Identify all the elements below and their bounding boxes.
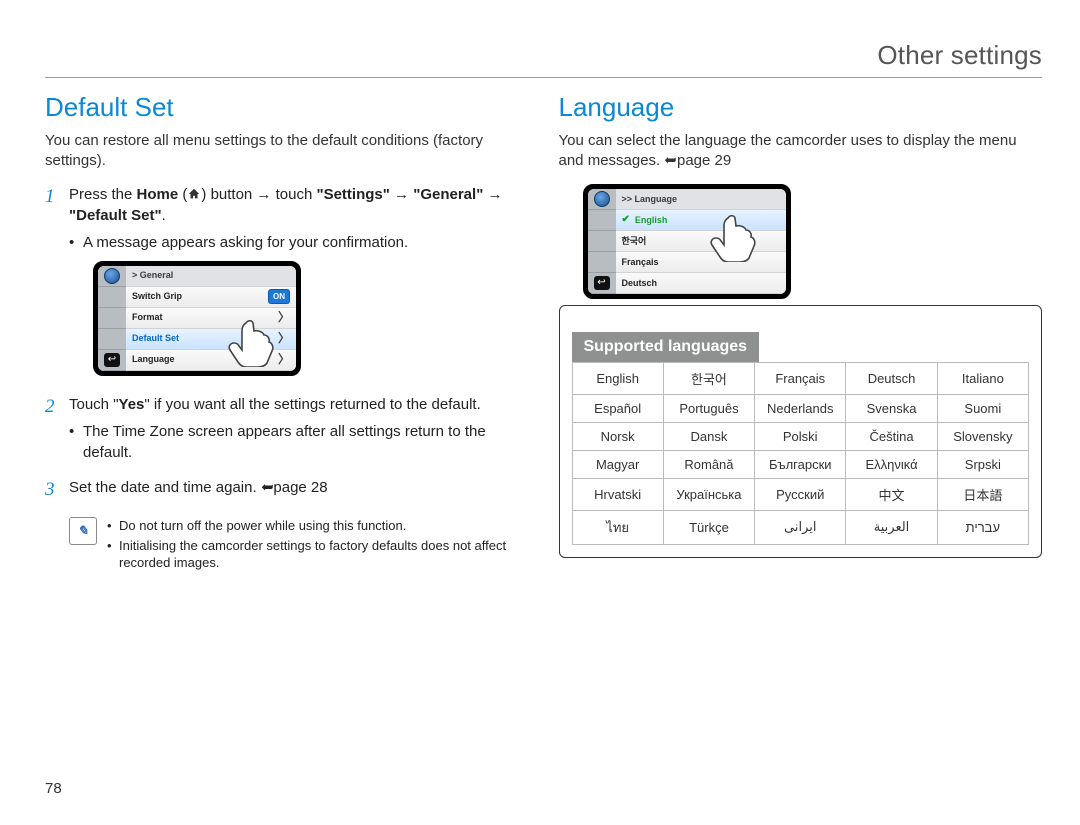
language-cell: Dansk — [663, 422, 754, 450]
language-cell: Deutsch — [846, 362, 937, 394]
table-row: English한국어FrançaisDeutschItaliano — [572, 362, 1029, 394]
language-cell: ايرانى — [755, 510, 846, 544]
home-icon — [594, 191, 610, 207]
language-cell: Hrvatski — [572, 478, 663, 510]
home-icon — [104, 268, 120, 284]
chevron-right-icon: 〉 — [278, 351, 290, 368]
chevron-right-icon: 〉 — [278, 309, 290, 326]
step-3: 3 Set the date and time again. ➥page 28 — [45, 477, 529, 504]
language-cell: Ελληνικά — [846, 450, 937, 478]
page-header: Other settings — [45, 40, 1042, 71]
page-ref-icon: ➥ — [664, 151, 677, 171]
language-cell: Українська — [663, 478, 754, 510]
check-icon: ✔ — [622, 214, 630, 225]
language-cell: Français — [755, 362, 846, 394]
heading-language: Language — [559, 92, 1043, 123]
note-box: ✎ Do not turn off the power while using … — [69, 517, 529, 574]
languages-table: English한국어FrançaisDeutschItalianoEspañol… — [572, 362, 1030, 545]
table-row: MagyarRomânăБългарскиΕλληνικάSrpski — [572, 450, 1029, 478]
table-row: NorskDanskPolskiČeštinaSlovensky — [572, 422, 1029, 450]
language-cell: 中文 — [846, 478, 937, 510]
screenshot-general-menu: ↩ > General Switch GripON Format〉 Defaul… — [93, 261, 301, 376]
language-cell: Română — [663, 450, 754, 478]
home-icon — [187, 186, 201, 200]
language-intro: You can select the language the camcorde… — [559, 131, 1043, 172]
language-cell: العربية — [846, 510, 937, 544]
language-cell: Čeština — [846, 422, 937, 450]
language-cell: Nederlands — [755, 394, 846, 422]
back-icon: ↩ — [104, 353, 120, 367]
page-number: 78 — [45, 780, 62, 797]
table-row: EspañolPortuguêsNederlandsSvenskaSuomi — [572, 394, 1029, 422]
language-cell: Български — [755, 450, 846, 478]
step-number: 1 — [45, 184, 69, 384]
step-2-note: The Time Zone screen appears after all s… — [69, 421, 529, 463]
toggle-on-badge: ON — [268, 289, 290, 304]
language-cell: Português — [663, 394, 754, 422]
note-icon: ✎ — [69, 517, 97, 545]
step-1: 1 Press the Home () button → touch "Sett… — [45, 184, 529, 384]
language-cell: Русский — [755, 478, 846, 510]
language-cell: Svenska — [846, 394, 937, 422]
language-cell: Norsk — [572, 422, 663, 450]
screenshot-language-menu: ↩ >> Language ✔English 한국어 Français Deut… — [583, 184, 791, 299]
step-2: 2 Touch "Yes" if you want all the settin… — [45, 394, 529, 467]
column-language: Language You can select the language the… — [559, 92, 1043, 574]
chevron-right-icon: 〉 — [278, 330, 290, 347]
language-cell: Slovensky — [937, 422, 1028, 450]
table-row: HrvatskiУкраїнськаРусский中文日本語 — [572, 478, 1029, 510]
default-set-intro: You can restore all menu settings to the… — [45, 131, 529, 172]
step-1-note: A message appears asking for your confir… — [69, 232, 529, 253]
language-cell: Polski — [755, 422, 846, 450]
language-cell: Magyar — [572, 450, 663, 478]
language-cell: Suomi — [937, 394, 1028, 422]
supported-languages-box: Supported languages English한국어FrançaisDe… — [559, 305, 1043, 558]
language-cell: עברית — [937, 510, 1028, 544]
language-cell: 日本語 — [937, 478, 1028, 510]
header-divider — [45, 77, 1042, 78]
supported-languages-heading: Supported languages — [572, 332, 760, 362]
page-ref-icon: ➥ — [261, 477, 274, 498]
language-cell: English — [572, 362, 663, 394]
back-icon: ↩ — [594, 276, 610, 290]
language-cell: Español — [572, 394, 663, 422]
step-number: 3 — [45, 477, 69, 504]
language-cell: Srpski — [937, 450, 1028, 478]
language-cell: ไทย — [572, 510, 663, 544]
column-default-set: Default Set You can restore all menu set… — [45, 92, 529, 574]
language-cell: Türkçe — [663, 510, 754, 544]
heading-default-set: Default Set — [45, 92, 529, 123]
language-cell: Italiano — [937, 362, 1028, 394]
language-cell: 한국어 — [663, 362, 754, 394]
step-number: 2 — [45, 394, 69, 467]
table-row: ไทยTürkçeايرانىالعربيةעברית — [572, 510, 1029, 544]
